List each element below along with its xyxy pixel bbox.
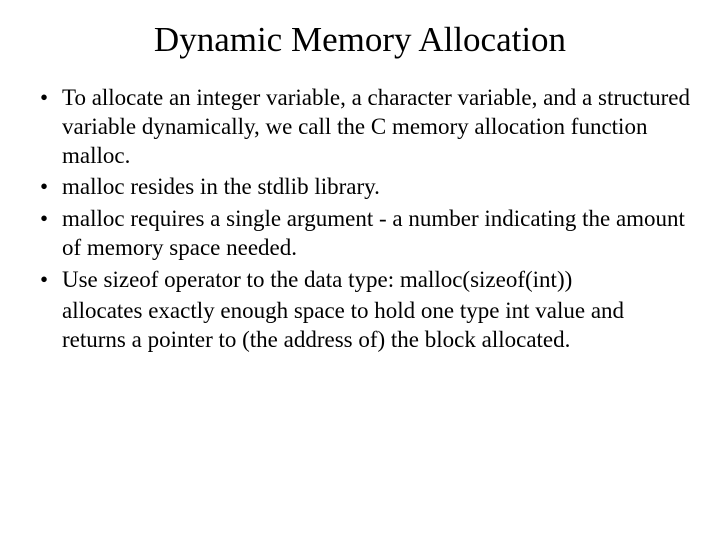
bullet-item: • malloc resides in the stdlib library. — [40, 173, 690, 202]
bullet-item: • malloc requires a single argument - a … — [40, 205, 690, 263]
slide-title: Dynamic Memory Allocation — [30, 20, 690, 60]
bullet-text: malloc requires a single argument - a nu… — [62, 205, 690, 263]
bullet-text: malloc resides in the stdlib library. — [62, 173, 690, 202]
bullet-marker-icon: • — [40, 84, 62, 170]
bullet-text: To allocate an integer variable, a chara… — [62, 84, 690, 170]
bullet-text: Use sizeof operator to the data type: ma… — [62, 266, 690, 295]
bullet-marker-icon: • — [40, 173, 62, 202]
bullet-item: • Use sizeof operator to the data type: … — [40, 266, 690, 295]
bullet-marker-icon: • — [40, 205, 62, 263]
slide: Dynamic Memory Allocation • To allocate … — [0, 0, 720, 540]
bullet-marker-icon: • — [40, 266, 62, 295]
bullet-item: • To allocate an integer variable, a cha… — [40, 84, 690, 170]
bullet-continuation: allocates exactly enough space to hold o… — [62, 297, 690, 355]
slide-body: • To allocate an integer variable, a cha… — [30, 84, 690, 355]
